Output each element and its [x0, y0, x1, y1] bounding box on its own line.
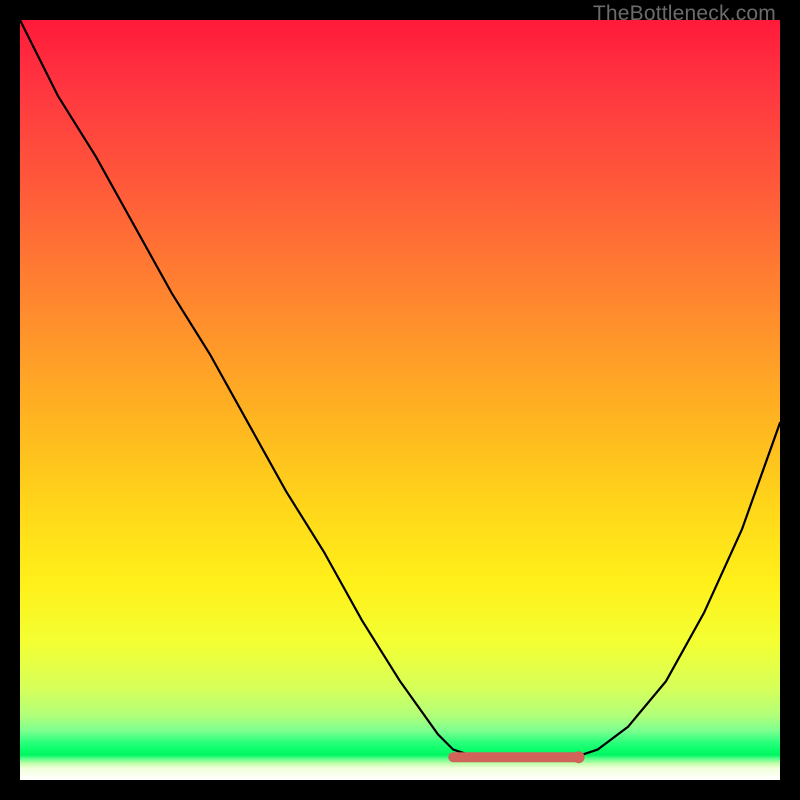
chart-frame: TheBottleneck.com: [0, 0, 800, 800]
plot-gradient-background: [20, 20, 780, 780]
